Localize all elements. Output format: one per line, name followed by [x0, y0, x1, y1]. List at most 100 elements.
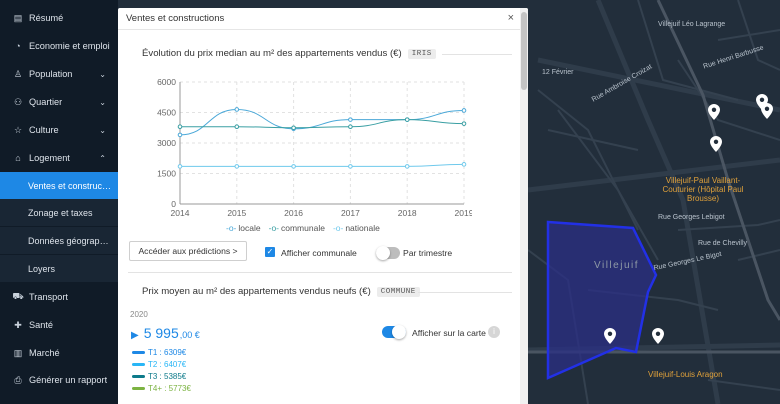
data-point-communale [291, 125, 296, 131]
map-pin-icon[interactable] [604, 328, 616, 344]
par-trimestre-toggle[interactable] [376, 246, 400, 260]
sidebar-subitem-label: Loyers [28, 263, 56, 274]
document-icon: ▤ [13, 12, 23, 23]
sidebar-item-quartier[interactable]: ⚇ Quartier ⌄ [0, 88, 118, 116]
y-tick-label: 3000 [157, 138, 176, 148]
sidebar-subitem-loyers[interactable]: Loyers [0, 255, 118, 282]
sidebar-item-label: Marché [29, 348, 60, 358]
map-label-city: Villejuif [594, 260, 639, 271]
data-point-communale [348, 124, 353, 130]
price-by-type-list: T1 : 6309€ T2 : 6407€ T3 : 5385€ T4+ : 5773… [132, 346, 191, 394]
sidebar-item-label: Santé [29, 320, 54, 330]
list-item: T2 : 6407€ [132, 358, 191, 370]
toggle-label: Par trimestre [403, 248, 453, 258]
legend-label: locale [238, 223, 261, 233]
sidebar-item-sant[interactable]: ✚ Santé [0, 311, 118, 339]
legend-marker: -o- [226, 223, 237, 233]
sidebar-item-label: Population [29, 69, 73, 79]
predictions-button[interactable]: Accéder aux prédictions > [129, 241, 247, 261]
map-label-station: Villejuif-Paul Vaillant-Couturier (Hôpit… [662, 176, 744, 203]
type-color-bar [132, 350, 145, 354]
series-line-locale [179, 108, 465, 136]
x-tick-label: 2015 [227, 208, 246, 218]
sidebar-item-label: Culture [29, 125, 59, 135]
printer-icon: ⎙ [14, 374, 22, 385]
legend-label: communale [281, 223, 325, 233]
divider [442, 54, 512, 55]
data-point-locale [177, 132, 183, 138]
chevron-down-icon: ⌄ [99, 69, 106, 79]
star-icon: ☆ [13, 124, 23, 135]
toggle-knob [376, 246, 390, 260]
data-point-communale [461, 121, 467, 126]
sidebar-item-r-sum[interactable]: ▤ Résumé [0, 4, 118, 32]
home-icon: ⌂ [15, 153, 21, 163]
panel-title: Ventes et constructions [118, 8, 528, 30]
afficher-communale-checkbox[interactable]: ✓ [265, 247, 275, 257]
sidebar-subitem-zonage-et-taxes[interactable]: Zonage et taxes [0, 199, 118, 226]
info-icon[interactable]: i [488, 326, 500, 338]
map-label: 12 Février [542, 69, 574, 76]
chart-section-title: Évolution du prix median au m² des appar… [142, 48, 436, 59]
sidebar-item-culture[interactable]: ☆ Culture ⌄ [0, 116, 118, 144]
pie-chart-icon: ◔ [15, 41, 21, 51]
sidebar-item-logement[interactable]: ⌂ Logement ⌃ [0, 144, 118, 172]
chevron-down-icon: ⌄ [99, 125, 106, 135]
type-price: T1 : 6309€ [148, 347, 187, 357]
legend-label: nationale [345, 223, 380, 233]
data-point-locale [234, 107, 240, 112]
data-point-nationale [177, 164, 183, 169]
bar-chart-icon: ▥ [13, 347, 23, 358]
checkbox-label: Afficher communale [281, 248, 357, 258]
type-color-bar [132, 374, 145, 378]
type-price: T4+ : 5773€ [148, 383, 191, 393]
legend-item[interactable]: -o-nationale [333, 223, 380, 233]
divider [128, 272, 512, 273]
legend-item[interactable]: -o-locale [226, 223, 261, 233]
x-tick-label: 2019 [455, 208, 472, 218]
car-icon: ⛟ [12, 291, 24, 301]
x-tick-label: 2018 [398, 208, 417, 218]
x-tick-label: 2016 [284, 208, 303, 218]
legend-marker: -o- [332, 223, 344, 233]
scope-badge: COMMUNE [376, 286, 420, 297]
sidebar-subitem-donn-es-g-ographiques[interactable]: Données géographiques [0, 227, 118, 254]
data-point-nationale [348, 164, 353, 169]
price-evolution-chart: 015003000450060002014 2015 2016 2017 2018 201… [157, 77, 472, 218]
x-tick-label: 2017 [341, 208, 360, 218]
data-point-nationale [461, 162, 467, 167]
sidebar-item-march[interactable]: ▥ Marché [0, 339, 118, 367]
divider [418, 292, 512, 293]
scope-badge: IRIS [407, 48, 436, 59]
map-pin-icon[interactable] [708, 104, 720, 120]
sidebar: ▤ Résumé ◔ Economie et emploi ♙ Population ⌄ ⚇ Q… [0, 0, 118, 404]
map-pin-icon[interactable] [761, 103, 773, 119]
sidebar-item-population[interactable]: ♙ Population ⌄ [0, 60, 118, 88]
map-pin-icon[interactable] [710, 136, 722, 152]
type-price: T3 : 5385€ [148, 371, 187, 381]
map-pin-icon[interactable] [652, 328, 664, 344]
type-color-bar [132, 362, 145, 366]
sidebar-item-economie-et-emploi[interactable]: ◔ Economie et emploi [0, 32, 118, 60]
x-tick-label: 2014 [171, 208, 190, 218]
panel-scrollbar[interactable] [520, 8, 528, 404]
data-point-communale [234, 124, 240, 130]
map-label: Rue Georges Lebigot [658, 214, 725, 221]
sidebar-item-g-n-rer-un-rapport[interactable]: ⎙ Générer un rapport [0, 366, 118, 394]
data-point-locale [348, 117, 353, 122]
user-icon: ♙ [13, 68, 23, 79]
people-icon: ⚇ [13, 96, 23, 107]
close-icon[interactable]: × [508, 12, 514, 24]
sidebar-subitem-ventes-et-constructions[interactable]: Ventes et constructions [0, 172, 118, 199]
legend-item[interactable]: -o-communale [269, 223, 325, 233]
afficher-sur-carte-toggle[interactable] [382, 325, 406, 339]
new-price-section-title: Prix moyen au m² des appartements vendus… [142, 286, 420, 297]
scrollbar-thumb[interactable] [521, 12, 527, 90]
type-color-bar [132, 386, 145, 390]
sidebar-item-transport[interactable]: ⛟ Transport [0, 283, 118, 311]
y-tick-label: 4500 [157, 108, 176, 118]
data-point-nationale [291, 164, 296, 169]
sidebar-item-label: Transport [29, 292, 68, 302]
series-line-nationale [180, 163, 465, 167]
list-item: T3 : 5385€ [132, 370, 191, 382]
